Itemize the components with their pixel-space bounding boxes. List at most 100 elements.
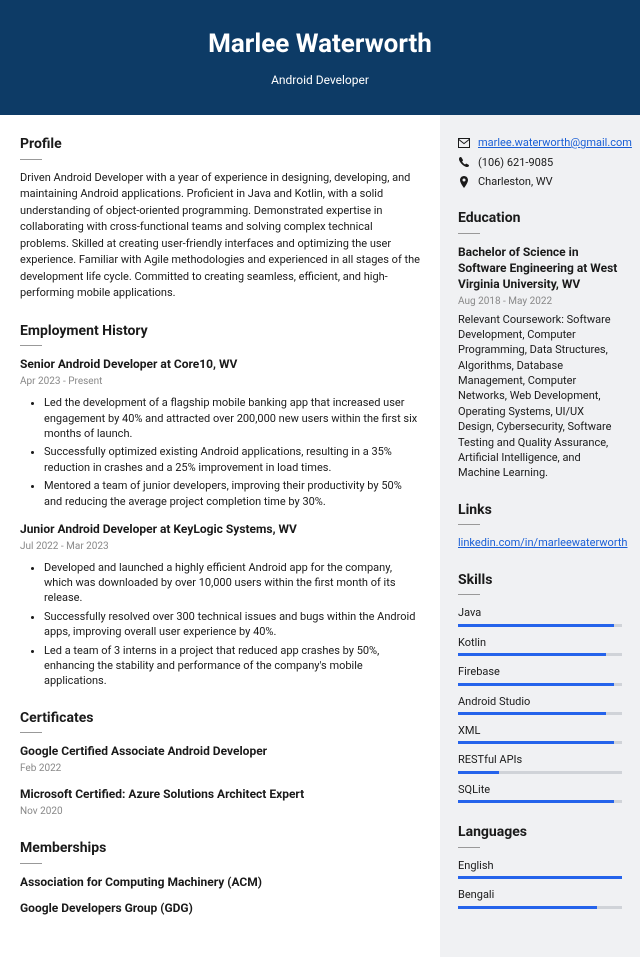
skill-item: Java (458, 605, 622, 626)
contact-phone: (106) 621-9085 (478, 155, 553, 170)
section-underline (20, 159, 42, 160)
skill-bar (458, 653, 622, 656)
skill-item: Kotlin (458, 635, 622, 656)
profile-section: Profile Driven Android Developer with a … (20, 135, 420, 302)
certificate-date: Nov 2020 (20, 805, 420, 819)
links-section: Links linkedin.com/in/marleewaterworth (458, 501, 622, 551)
section-underline (20, 732, 42, 733)
certificate-title: Microsoft Certified: Azure Solutions Arc… (20, 786, 420, 803)
skill-name: Android Studio (458, 694, 622, 709)
job-entry: Junior Android Developer at KeyLogic Sys… (20, 521, 420, 689)
skill-bar-fill (458, 876, 622, 879)
certificates-section: Certificates Google Certified Associate … (20, 709, 420, 819)
certificates-heading: Certificates (20, 709, 420, 729)
education-section: Education Bachelor of Science in Softwar… (458, 209, 622, 480)
skills-heading: Skills (458, 571, 622, 591)
section-underline (458, 594, 480, 595)
contact-phone-row: (106) 621-9085 (458, 155, 622, 170)
skill-item: Bengali (458, 887, 622, 908)
skill-name: Kotlin (458, 635, 622, 650)
membership-item: Association for Computing Machinery (ACM… (20, 874, 420, 891)
section-underline (458, 847, 480, 848)
phone-icon (458, 156, 470, 168)
skill-name: Java (458, 605, 622, 620)
section-underline (20, 345, 42, 346)
skills-section: Skills Java Kotlin Firebase Android Studio X… (458, 571, 622, 803)
links-heading: Links (458, 501, 622, 521)
job-date: Apr 2023 - Present (20, 375, 420, 389)
education-heading: Education (458, 209, 622, 229)
employment-section: Employment History Senior Android Develo… (20, 322, 420, 689)
skill-name: RESTful APIs (458, 752, 622, 767)
skill-bar-fill (458, 800, 614, 803)
languages-section: Languages English Bengali (458, 823, 622, 908)
contact-location: Charleston, WV (478, 174, 553, 189)
memberships-section: Memberships Association for Computing Ma… (20, 839, 420, 917)
skill-name: SQLite (458, 782, 622, 797)
job-bullets: Led the development of a flagship mobile… (20, 395, 420, 509)
contact-location-row: Charleston, WV (458, 174, 622, 189)
contact-section: marlee.waterworth@gmail.com (106) 621-90… (458, 135, 622, 189)
job-bullet: Successfully resolved over 300 technical… (44, 609, 420, 640)
location-pin-icon (458, 176, 470, 188)
skill-bar-fill (458, 906, 597, 909)
education-description: Relevant Coursework: Software Developmen… (458, 312, 622, 481)
certificate-title: Google Certified Associate Android Devel… (20, 743, 420, 760)
job-bullet: Led the development of a flagship mobile… (44, 395, 420, 441)
skill-bar (458, 712, 622, 715)
skill-name: Bengali (458, 887, 622, 902)
job-title: Junior Android Developer at KeyLogic Sys… (20, 521, 420, 538)
education-date: Aug 2018 - May 2022 (458, 295, 622, 309)
sidebar-column: marlee.waterworth@gmail.com (106) 621-90… (440, 115, 640, 957)
skill-bar-fill (458, 741, 614, 744)
skill-name: English (458, 858, 622, 873)
contact-email-link[interactable]: marlee.waterworth@gmail.com (478, 135, 632, 150)
skill-bar (458, 800, 622, 803)
contact-email-row: marlee.waterworth@gmail.com (458, 135, 622, 150)
skill-bar (458, 876, 622, 879)
person-name: Marlee Waterworth (20, 26, 620, 62)
job-entry: Senior Android Developer at Core10, WV A… (20, 356, 420, 509)
skill-item: English (458, 858, 622, 879)
memberships-heading: Memberships (20, 839, 420, 859)
section-underline (458, 233, 480, 234)
job-bullet: Led a team of 3 interns in a project tha… (44, 643, 420, 689)
profile-heading: Profile (20, 135, 420, 155)
job-bullet: Mentored a team of junior developers, im… (44, 478, 420, 509)
resume-header: Marlee Waterworth Android Developer (0, 0, 640, 115)
section-underline (20, 863, 42, 864)
linkedin-link[interactable]: linkedin.com/in/marleewaterworth (458, 536, 627, 549)
certificate-date: Feb 2022 (20, 762, 420, 776)
skill-bar-fill (458, 771, 499, 774)
skill-name: XML (458, 723, 622, 738)
skill-item: XML (458, 723, 622, 744)
skill-bar-fill (458, 712, 606, 715)
profile-text: Driven Android Developer with a year of … (20, 170, 420, 302)
skill-bar-fill (458, 653, 606, 656)
membership-item: Google Developers Group (GDG) (20, 900, 420, 917)
job-bullets: Developed and launched a highly efficien… (20, 560, 420, 689)
skill-bar (458, 771, 622, 774)
skill-bar (458, 906, 622, 909)
employment-heading: Employment History (20, 322, 420, 342)
job-title: Senior Android Developer at Core10, WV (20, 356, 420, 373)
job-bullet: Developed and launched a highly efficien… (44, 560, 420, 606)
skill-bar (458, 683, 622, 686)
education-title: Bachelor of Science in Software Engineer… (458, 244, 622, 293)
skill-name: Firebase (458, 664, 622, 679)
job-date: Jul 2022 - Mar 2023 (20, 540, 420, 554)
skill-bar-fill (458, 624, 614, 627)
skill-bar (458, 624, 622, 627)
skill-item: Firebase (458, 664, 622, 685)
skill-bar (458, 741, 622, 744)
section-underline (458, 524, 480, 525)
person-title: Android Developer (20, 72, 620, 89)
skill-item: Android Studio (458, 694, 622, 715)
languages-heading: Languages (458, 823, 622, 843)
envelope-icon (458, 138, 470, 148)
skill-bar-fill (458, 683, 614, 686)
skill-item: SQLite (458, 782, 622, 803)
skill-item: RESTful APIs (458, 752, 622, 773)
main-column: Profile Driven Android Developer with a … (0, 115, 440, 957)
job-bullet: Successfully optimized existing Android … (44, 444, 420, 475)
